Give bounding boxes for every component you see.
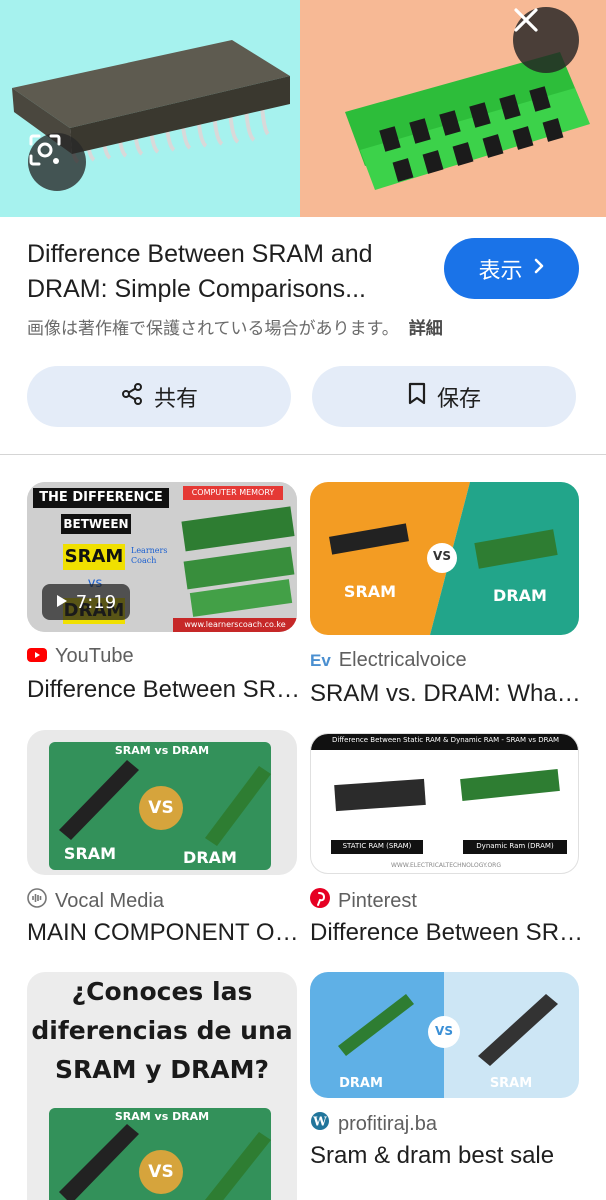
- svg-text:W: W: [312, 1115, 327, 1129]
- thumbnail-2-right: DRAM: [493, 586, 547, 605]
- source-name: Electricalvoice: [338, 649, 467, 671]
- result-title-4[interactable]: Difference Between SR…: [310, 919, 585, 947]
- result-source-6[interactable]: W profitiraj.ba: [310, 1111, 437, 1137]
- save-label: 保存: [436, 386, 481, 412]
- thumbnail-3-left: SRAM: [63, 844, 117, 863]
- thumbnail-1-logo: Learners Coach: [131, 546, 168, 565]
- thumbnail-3-right: DRAM: [183, 848, 237, 867]
- copyright-notice: 画像は著作権で保護されている場合があります。 詳細: [27, 314, 443, 339]
- close-button[interactable]: [513, 7, 579, 73]
- share-label: 共有: [153, 386, 198, 412]
- result-thumbnail-2[interactable]: VS SRAM DRAM: [310, 482, 579, 635]
- hero-image[interactable]: [0, 0, 606, 217]
- save-button[interactable]: 保存: [312, 366, 576, 427]
- result-title-2[interactable]: SRAM vs. DRAM: Wha…: [310, 680, 585, 708]
- thumbnail-4-url: WWW.ELECTRICALTECHNOLOGY.ORG: [390, 862, 501, 869]
- youtube-icon: [27, 645, 47, 668]
- result-thumbnail-6[interactable]: VS DRAM SRAM: [310, 972, 579, 1098]
- view-button[interactable]: 表示: [444, 238, 579, 299]
- thumbnail-6-vs: VS: [435, 1024, 453, 1038]
- result-source-2[interactable]: Ev Electricalvoice: [310, 649, 467, 672]
- play-icon: [56, 592, 68, 613]
- result-title-1[interactable]: Difference Between SR…: [27, 676, 302, 704]
- result-source-1[interactable]: YouTube: [27, 645, 134, 668]
- result-title-text: Sram & dram best sale: [310, 1142, 555, 1169]
- result-source-3[interactable]: Vocal Media: [27, 888, 164, 914]
- thumbnail-2-left: SRAM: [343, 582, 397, 601]
- wordpress-icon: W: [310, 1111, 330, 1137]
- thumbnail-5-vs: VS: [148, 1162, 174, 1182]
- share-icon: [120, 382, 144, 412]
- title-line-1: Difference Between SRAM and: [27, 240, 373, 268]
- copyright-text: 画像は著作権で保護されている場合があります。: [27, 319, 399, 339]
- thumbnail-4-left: STATIC RAM (SRAM): [342, 842, 412, 850]
- divider: [0, 454, 606, 455]
- result-title-text: SRAM vs. DRAM: Wha…: [310, 680, 581, 707]
- result-title-text: Difference Between SR…: [310, 919, 584, 946]
- page-title[interactable]: Difference Between SRAM and DRAM: Simple…: [27, 237, 427, 307]
- view-button-label: 表示: [478, 258, 523, 284]
- video-duration: 7:19: [75, 591, 117, 613]
- thumbnail-3-top: SRAM vs DRAM: [114, 744, 210, 757]
- vocal-media-icon: [27, 888, 47, 914]
- thumbnail-1-line2: BETWEEN: [63, 517, 129, 531]
- source-name: Vocal Media: [55, 889, 164, 912]
- bookmark-icon: [407, 382, 427, 412]
- thumbnail-1-line1: THE DIFFERENCE: [39, 490, 163, 505]
- chevron-right-icon: [533, 256, 545, 281]
- result-source-4[interactable]: Pinterest: [310, 888, 417, 914]
- thumbnail-1-badge: COMPUTER MEMORY: [191, 488, 275, 497]
- result-title-text: MAIN COMPONENT O…: [27, 919, 299, 946]
- dram-module-illustration: [345, 52, 590, 190]
- thumbnail-4-illustration: [311, 734, 578, 854]
- pinterest-icon: [310, 888, 330, 914]
- details-link[interactable]: 詳細: [409, 319, 443, 339]
- thumbnail-1-url: www.learnerscoach.co.ke: [184, 620, 286, 629]
- google-lens-button[interactable]: [28, 133, 86, 191]
- source-name: YouTube: [55, 645, 134, 667]
- thumbnail-5-top: SRAM vs DRAM: [114, 1110, 210, 1123]
- video-duration-badge: 7:19: [42, 584, 130, 620]
- title-line-2: DRAM: Simple Comparisons...: [27, 275, 366, 303]
- thumbnail-6-right: SRAM: [489, 1076, 533, 1091]
- share-button[interactable]: 共有: [27, 366, 291, 427]
- thumbnail-6-left: DRAM: [339, 1076, 383, 1091]
- thumbnail-4-right: Dynamic Ram (DRAM): [476, 842, 554, 850]
- electricalvoice-icon: Ev: [310, 650, 331, 670]
- thumbnail-3-vs: VS: [148, 798, 174, 818]
- source-name: Pinterest: [338, 889, 417, 912]
- thumbnail-2-vs: VS: [433, 549, 451, 563]
- result-title-6[interactable]: Sram & dram best sale: [310, 1142, 585, 1170]
- result-title-3[interactable]: MAIN COMPONENT O…: [27, 919, 302, 947]
- thumbnail-1-line3: SRAM: [64, 546, 124, 567]
- result-thumbnail-4[interactable]: Difference Between Static RAM & Dynamic …: [310, 733, 579, 874]
- source-name: profitiraj.ba: [338, 1112, 437, 1135]
- thumbnail-4-header: Difference Between Static RAM & Dynamic …: [331, 736, 560, 744]
- result-thumbnail-5[interactable]: ¿Conoces las diferencias de una SRAM y D…: [27, 972, 297, 1200]
- result-title-text: Difference Between SR…: [27, 676, 301, 703]
- result-thumbnail-3[interactable]: SRAM vs DRAM VS SRAM DRAM: [27, 730, 297, 875]
